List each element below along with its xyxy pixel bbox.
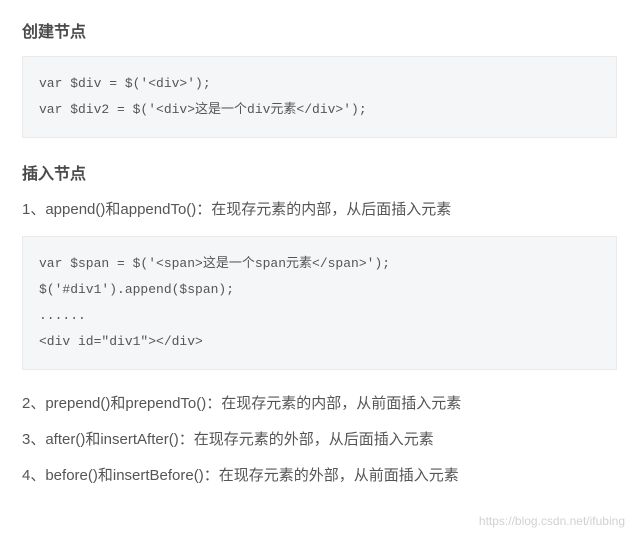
insert-intro: 1、append()和appendTo()：在现存元素的内部，从后面插入元素 xyxy=(22,198,617,222)
list-item: 2、prepend()和prependTo()：在现存元素的内部，从前面插入元素 xyxy=(22,392,617,416)
list-item: 4、before()和insertBefore()：在现存元素的外部，从前面插入… xyxy=(22,464,617,488)
code-block-create: var $div = $('<div>'); var $div2 = $('<d… xyxy=(22,56,617,138)
list-item: 3、after()和insertAfter()：在现存元素的外部，从后面插入元素 xyxy=(22,428,617,452)
watermark: https://blog.csdn.net/ifubing xyxy=(479,514,625,528)
heading-create-node: 创建节点 xyxy=(22,18,617,42)
heading-insert-node: 插入节点 xyxy=(22,160,617,184)
code-block-insert: var $span = $('<span>这是一个span元素</span>')… xyxy=(22,236,617,370)
